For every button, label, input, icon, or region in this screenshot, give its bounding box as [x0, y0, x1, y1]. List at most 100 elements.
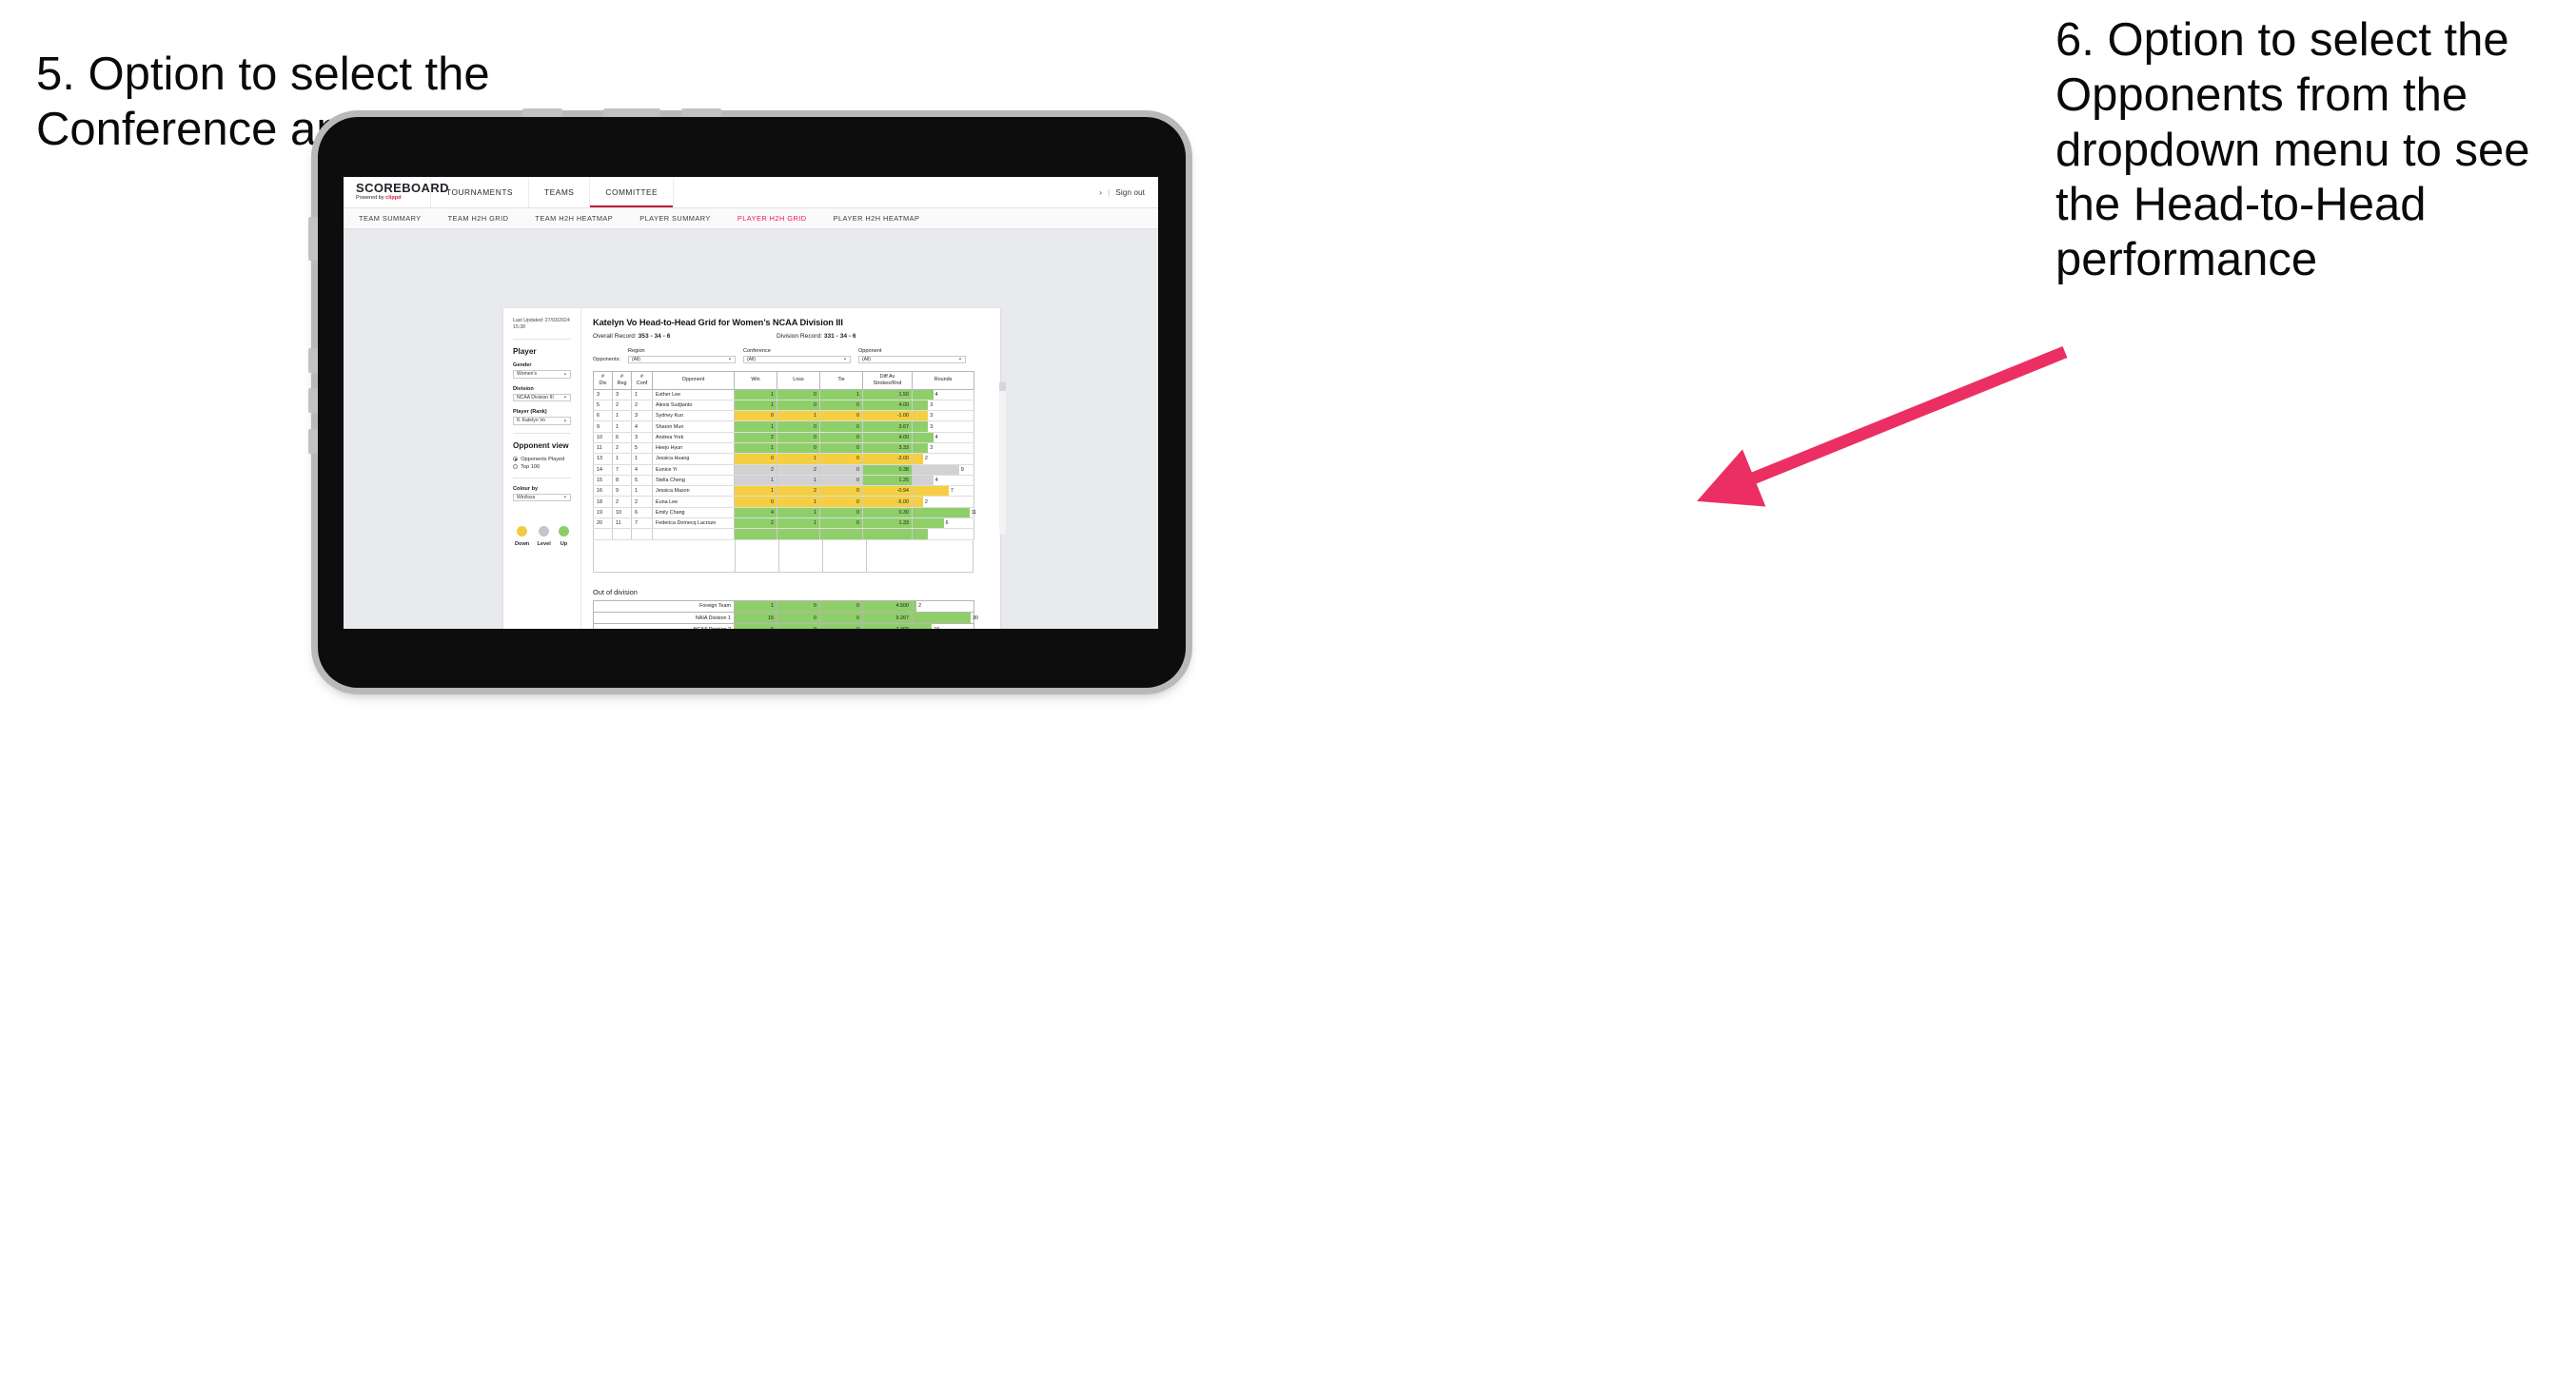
- cell-win: 1: [734, 420, 777, 433]
- opponent-select[interactable]: (All) ▼: [857, 355, 966, 363]
- radio-opponents-played[interactable]: Opponents Played: [513, 457, 571, 462]
- gender-select[interactable]: Women’s ▼: [513, 370, 571, 379]
- col-diff[interactable]: Diff Av Strokes/Rnd: [862, 371, 913, 390]
- ood-cell-loss: 0: [777, 599, 820, 613]
- out-of-division-table: Foreign Team 1 0 0 4.500 2 NAIA Division 1 15 0 0…: [593, 599, 978, 629]
- division-select[interactable]: NCAA Division III ▼: [513, 393, 571, 402]
- out-of-division-row[interactable]: Foreign Team 1 0 0 4.500 2: [593, 599, 974, 613]
- table-row[interactable]: 15 8 5 Stella Cheng 1 1 0 1.25 4: [593, 475, 974, 487]
- conference-select[interactable]: (All) ▼: [742, 355, 851, 363]
- cell-win: 1: [734, 389, 777, 400]
- col-div-line1: #: [601, 374, 604, 380]
- colour-by-select[interactable]: Win/loss ▼: [513, 493, 571, 502]
- cell-rounds: 3: [912, 410, 974, 422]
- table-row[interactable]: 20 11 7 Federica Domecq Lacroze 2 1 0 1.33 6: [593, 517, 974, 530]
- tab-team-h2h-heatmap[interactable]: TEAM H2H HEATMAP: [535, 214, 613, 223]
- col-loss[interactable]: Loss: [777, 371, 820, 390]
- table-row[interactable]: 11 2 5 Heejo Hyun 1 0 0 3.33 3: [593, 442, 974, 455]
- ood-cell-tie: 0: [819, 611, 863, 625]
- cell-diff: 3.67: [862, 420, 913, 433]
- tab-player-h2h-heatmap[interactable]: PLAYER H2H HEATMAP: [834, 214, 920, 223]
- region-select[interactable]: (All) ▼: [627, 355, 736, 363]
- cell-diff: -1.00: [862, 410, 913, 422]
- nav-tournaments-label: TOURNAMENTS: [446, 187, 514, 197]
- cell-div: 9: [593, 420, 613, 433]
- cell-diff: -0.94: [862, 485, 913, 498]
- cell-win: 4: [734, 507, 777, 519]
- sign-out-link[interactable]: Sign out: [1115, 187, 1145, 197]
- device-button-left-1: [308, 217, 318, 261]
- top-navigation-bar: SCOREBOARD Powered by clippd TOURNAMENTS…: [344, 177, 1158, 208]
- col-tie[interactable]: Tie: [819, 371, 863, 390]
- col-diff-line1: Diff Av: [879, 374, 895, 380]
- records-row: Overall Record: 353 - 34 - 6 Division Re…: [593, 333, 991, 340]
- col-conf[interactable]: # Conf: [631, 371, 653, 390]
- legend-label-level: Level: [537, 541, 551, 548]
- radio-top-100[interactable]: Top 100: [513, 464, 571, 470]
- cell-loss: 0: [777, 389, 820, 400]
- cell-div: 10: [593, 432, 613, 443]
- cell-rounds: 4: [912, 432, 974, 443]
- device-button-top-2: [603, 108, 660, 117]
- col-reg-line1: #: [620, 374, 623, 380]
- table-row[interactable]: 5 2 2 Alexis Sudjianto 1 0 0 4.00 3: [593, 400, 974, 412]
- col-conf-line1: #: [640, 374, 643, 380]
- table-row[interactable]: 6 1 3 Sydney Kuo 0 1 0 -1.00 3: [593, 410, 974, 422]
- table-row[interactable]: 19 10 6 Emily Chang 4 1 0 0.30 11: [593, 507, 976, 519]
- out-of-division-row[interactable]: NAIA Division 1 15 0 0 9.267 30: [593, 611, 978, 625]
- ood-cell-tie: 0: [819, 623, 863, 629]
- table-row[interactable]: 18 2 2 Euna Lee 0 1 0 -5.00 2: [593, 496, 974, 508]
- cell-tie: 0: [819, 400, 863, 412]
- scrollbar-thumb[interactable]: [999, 382, 1006, 391]
- cell-rounds-value: 4: [934, 391, 938, 398]
- nav-teams[interactable]: TEAMS: [529, 177, 591, 207]
- cell-opponent: Federica Domecq Lacroze: [652, 517, 735, 530]
- cell-opponent: Jessica Huang: [652, 453, 735, 465]
- cell-opponent: Jessica Mason: [652, 485, 735, 498]
- cell-loss: 1: [777, 475, 820, 487]
- top-nav-right: › | Sign out: [1099, 177, 1158, 207]
- nav-tournaments[interactable]: TOURNAMENTS: [431, 177, 530, 207]
- logo-sub-prefix: Powered by: [356, 195, 386, 202]
- cell-conf: 2: [631, 496, 653, 508]
- table-row[interactable]: 16 9 1 Jessica Mason 1 2 0 -0.94 7: [593, 485, 974, 498]
- table-row[interactable]: 13 1 1 Jessica Huang 0 1 0 -3.00 2: [593, 453, 974, 465]
- col-div[interactable]: # Div: [593, 371, 613, 390]
- out-of-division-row[interactable]: NCAA Division 25007.40010: [593, 623, 974, 629]
- cell-win: 2: [734, 432, 777, 443]
- chevron-right-icon[interactable]: ›: [1099, 187, 1102, 197]
- col-win[interactable]: Win: [734, 371, 777, 390]
- tab-team-summary[interactable]: TEAM SUMMARY: [359, 214, 422, 223]
- ood-cell-diff: 9.267: [862, 611, 913, 625]
- cell-opponent: Sydney Kuo: [652, 410, 735, 422]
- col-reg-line2: Reg: [617, 380, 627, 386]
- cell-diff: 1.25: [862, 475, 913, 487]
- radio-opponents-played-label: Opponents Played: [521, 456, 565, 462]
- app-logo[interactable]: SCOREBOARD Powered by clippd: [344, 177, 449, 207]
- col-reg[interactable]: # Reg: [612, 371, 632, 390]
- legend-dot-down: [517, 526, 528, 537]
- col-conf-line2: Conf: [636, 380, 648, 386]
- legend-up: Up: [558, 526, 569, 547]
- tab-player-summary[interactable]: PLAYER SUMMARY: [639, 214, 711, 223]
- cell-win: 1: [734, 485, 777, 498]
- table-row[interactable]: 10 6 3 Andrea York 2 0 0 4.00 4: [593, 432, 974, 443]
- nav-committee[interactable]: COMMITTEE: [590, 177, 675, 207]
- cell-rounds-value: 4: [934, 434, 938, 440]
- tab-team-h2h-grid[interactable]: TEAM H2H GRID: [448, 214, 509, 223]
- tab-player-h2h-grid[interactable]: PLAYER H2H GRID: [737, 214, 807, 223]
- table-row[interactable]: 9 1 4 Sharon Mun 1 0 0 3.67 3: [593, 420, 974, 433]
- cell-rounds: 2: [912, 496, 974, 508]
- arrow-right: [1697, 345, 2068, 507]
- table-scrollbar[interactable]: [999, 382, 1006, 535]
- cell-div: 20: [593, 517, 613, 530]
- table-row[interactable]: 3 3 1 Esther Lee 1 0 1 1.50 4: [593, 389, 974, 400]
- col-opponent[interactable]: Opponent: [652, 371, 735, 390]
- cell-diff: -5.00: [862, 496, 913, 508]
- ood-cell-rounds-value: 2: [918, 603, 922, 610]
- ood-cell-tie: 0: [819, 599, 863, 613]
- division-label: Division: [513, 385, 534, 392]
- player-rank-select[interactable]: 8. Katelyn Vo ▼: [513, 417, 571, 425]
- col-rounds[interactable]: Rounds: [912, 371, 974, 390]
- table-row[interactable]: 14 7 4 Eunice Yi 2 2 0 0.38 9: [593, 464, 974, 476]
